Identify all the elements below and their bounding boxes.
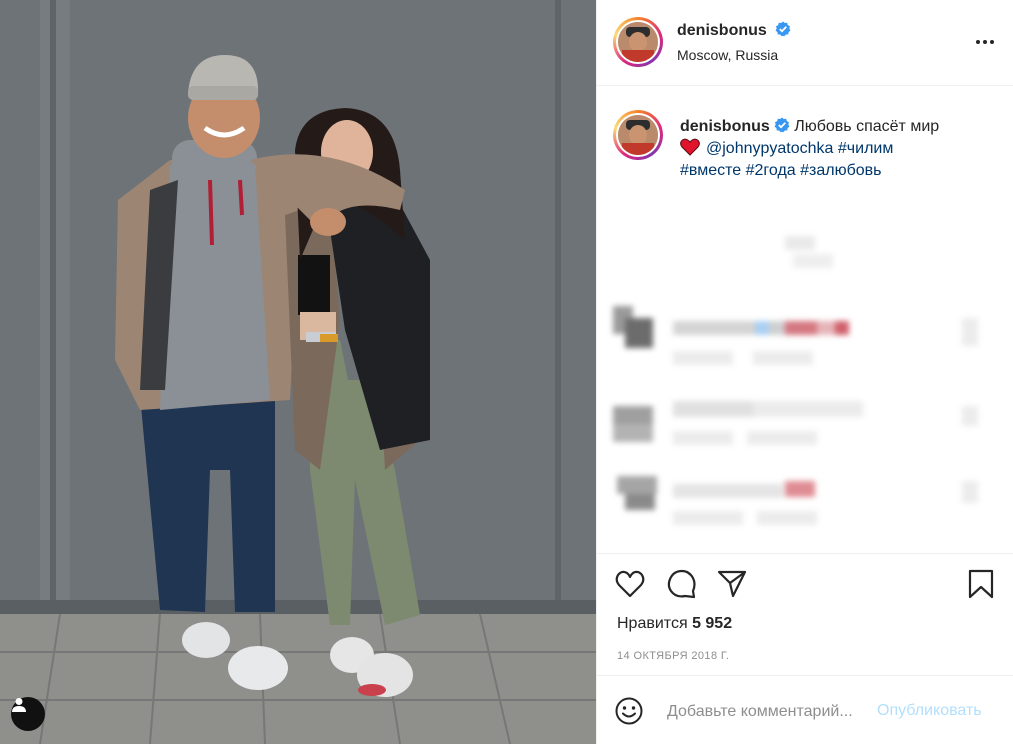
instagram-post-modal: denisbonus Moscow, Russia denisbonus Люб… bbox=[0, 0, 1013, 744]
caption-hashtags[interactable]: #вместе #2года #залюбовь bbox=[680, 162, 881, 179]
comment-button[interactable] bbox=[666, 568, 698, 600]
caption-section: denisbonus Любовь спасёт мир @johnypyato… bbox=[597, 86, 1013, 554]
caption-message: Любовь спасёт мир bbox=[794, 118, 940, 135]
emoji-button[interactable] bbox=[615, 697, 643, 725]
like-button[interactable] bbox=[614, 568, 646, 600]
post-actions: Нравится 5 952 14 ОКТЯБРЯ 2018 Г. bbox=[597, 554, 1013, 676]
emoji-icon bbox=[615, 697, 643, 725]
likes-count[interactable]: Нравится 5 952 bbox=[617, 615, 732, 633]
share-icon bbox=[717, 570, 747, 598]
post-side-panel: denisbonus Moscow, Russia denisbonus Люб… bbox=[596, 0, 1013, 744]
post-header: denisbonus Moscow, Russia bbox=[597, 0, 1013, 86]
avatar-image bbox=[618, 115, 658, 155]
more-options-button[interactable] bbox=[973, 30, 997, 54]
author-avatar[interactable] bbox=[613, 17, 663, 67]
user-tag-icon bbox=[12, 698, 26, 712]
photo-illustration bbox=[0, 0, 596, 744]
bookmark-icon bbox=[968, 569, 994, 599]
author-name-row: denisbonus bbox=[677, 21, 791, 40]
red-heart-emoji-icon bbox=[680, 138, 700, 156]
caption-username[interactable]: denisbonus bbox=[680, 118, 770, 135]
post-date[interactable]: 14 ОКТЯБРЯ 2018 Г. bbox=[617, 650, 729, 662]
author-username[interactable]: denisbonus bbox=[677, 22, 767, 39]
save-button[interactable] bbox=[965, 568, 997, 600]
avatar-image bbox=[618, 22, 658, 62]
add-comment-form: Опубликовать bbox=[597, 677, 1013, 744]
caption-mention-link[interactable]: @johnypyatochka bbox=[706, 140, 833, 157]
post-location[interactable]: Moscow, Russia bbox=[677, 47, 778, 63]
caption-hashtag-chilim[interactable]: #чилим bbox=[838, 140, 893, 157]
blurred-comments-area bbox=[597, 226, 1013, 553]
verified-badge-icon bbox=[775, 21, 791, 37]
comment-input[interactable] bbox=[667, 699, 877, 725]
publish-comment-button[interactable]: Опубликовать bbox=[877, 702, 982, 720]
comment-icon bbox=[667, 569, 696, 599]
likes-number: 5 952 bbox=[692, 615, 733, 632]
share-button[interactable] bbox=[716, 568, 748, 600]
blurred-comments-graphic bbox=[613, 236, 978, 525]
more-icon bbox=[976, 40, 994, 44]
caption-avatar[interactable] bbox=[613, 110, 663, 160]
verified-badge-icon bbox=[774, 117, 790, 133]
heart-icon bbox=[615, 570, 645, 598]
likes-label: Нравится bbox=[617, 615, 688, 632]
caption-text: denisbonus Любовь спасёт мир @johnypyato… bbox=[680, 116, 995, 182]
user-tag-button[interactable] bbox=[11, 697, 45, 731]
post-photo[interactable] bbox=[0, 0, 596, 744]
